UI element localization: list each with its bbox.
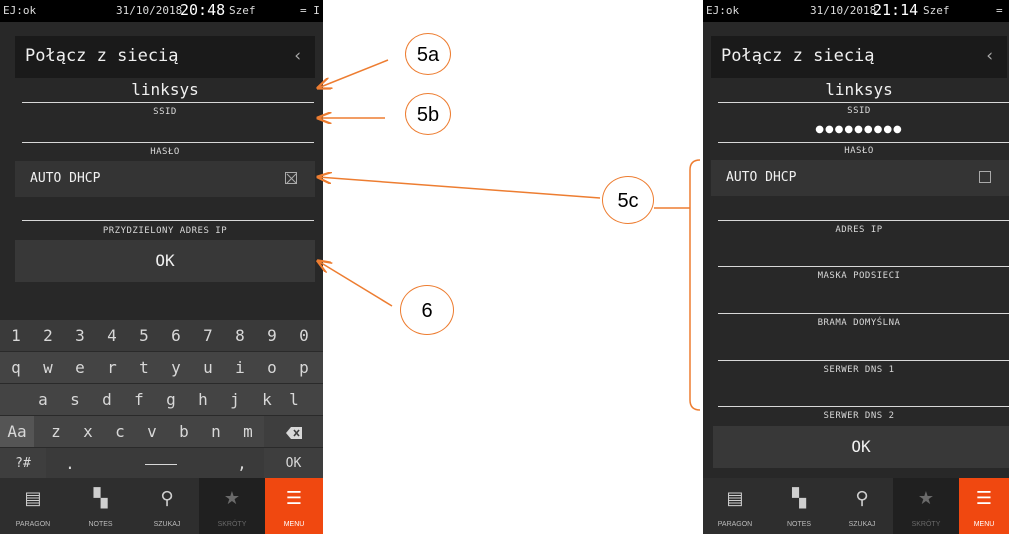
- arrow-6: [318, 261, 393, 307]
- callout-5a: 5a: [405, 33, 451, 75]
- arrow-5a: [318, 59, 389, 88]
- annotation-arrows: [0, 59, 701, 411]
- callout-6: 6: [400, 285, 454, 335]
- arrow-5c: [318, 177, 601, 199]
- callout-5b: 5b: [405, 93, 451, 135]
- bracket-5c: [689, 159, 701, 411]
- callout-5c: 5c: [602, 176, 654, 224]
